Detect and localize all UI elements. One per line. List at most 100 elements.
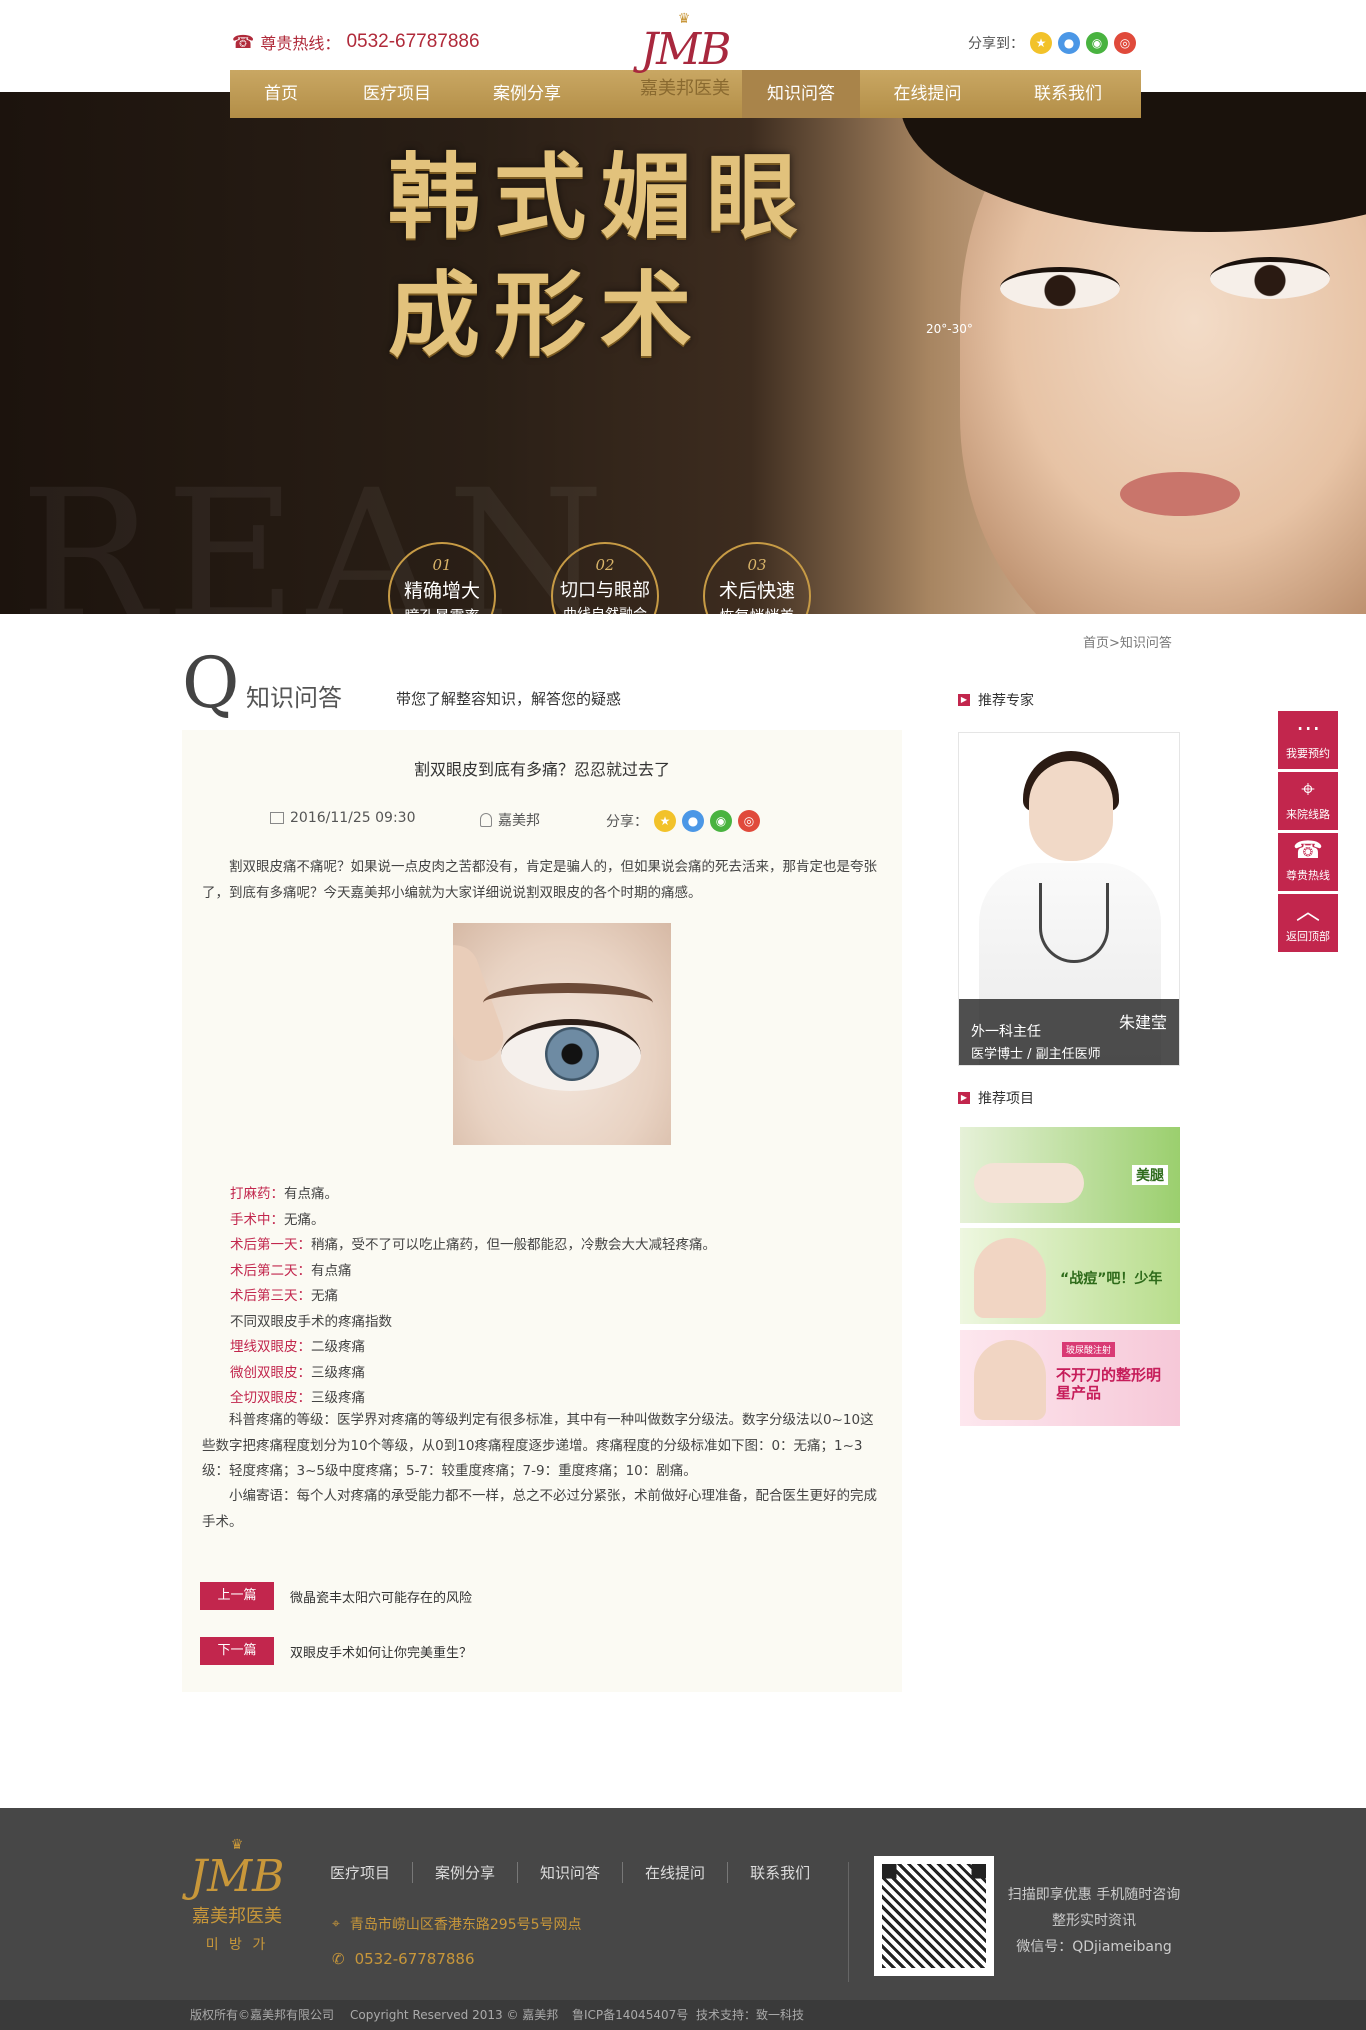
copyright-text-2: Copyright Reserved 2013 © 嘉美邦 [350, 2008, 559, 2022]
qq-icon[interactable]: ● [682, 810, 704, 832]
crown-icon: ♛ [230, 1837, 244, 1853]
article-card: 割双眼皮到底有多痛？忍忍就过去了 2016/11/25 09:30 嘉美邦 分享… [182, 730, 902, 1692]
angle-label: 20°-30° [926, 322, 973, 336]
footer-nav-qa[interactable]: 知识问答 [517, 1862, 622, 1883]
model-lips [1120, 472, 1240, 516]
wechat-icon[interactable]: ◉ [1086, 32, 1108, 54]
feature-badge-3: 03 术后快速 恢复悄悄美 [703, 542, 811, 614]
calendar-icon [270, 812, 284, 824]
promo-acne[interactable]: “战痘”吧！少年 [960, 1228, 1180, 1324]
weibo-icon[interactable]: ◎ [1114, 32, 1136, 54]
list-item: 术后第一天：稍痛，受不了可以吃止痛药，但一般都能忍，冷敷会大大减轻疼痛。 [230, 1237, 716, 1253]
article-author: 嘉美邦 [480, 810, 540, 830]
qr-code [874, 1856, 994, 1976]
copyright-text: 版权所有©嘉美邦有限公司 [190, 2008, 335, 2022]
list-item: 埋线双眼皮：二级疼痛 [230, 1339, 365, 1355]
footer-phone: ✆ 0532-67787886 [332, 1950, 475, 1968]
back-to-top-button[interactable]: ︿ 返回顶部 [1278, 894, 1338, 952]
phone-icon: ☎ [232, 31, 255, 53]
page: ☎ 尊贵热线： 0532-67787886 分享到： ★ ● ◉ ◎ ♛ JMB… [0, 0, 1366, 2030]
expert-info: 朱建莹 外一科主任 医学博士 / 副主任医师 [959, 999, 1179, 1065]
banner-title: 韩式媚眼 成形术 [388, 138, 812, 374]
site-logo[interactable]: ♛ JMB 嘉美邦医美 [615, 12, 755, 112]
next-article: 下一篇 双眼皮手术如何让你完美重生？ [200, 1637, 472, 1665]
list-item: 不同双眼皮手术的疼痛指数 [230, 1313, 392, 1330]
list-item: 微创双眼皮：三级疼痛 [230, 1364, 365, 1381]
share-label: 分享到： [968, 36, 1024, 52]
banner-bg-texture: REAN [20, 452, 615, 614]
project-heading: ▶ 推荐项目 [958, 1088, 1034, 1108]
footer-nav: 医疗项目 案例分享 知识问答 在线提问 联系我们 [330, 1862, 832, 1883]
banner-title-line1: 韩式媚眼 [388, 143, 813, 251]
hotline-button[interactable]: ☎ 尊贵热线 [1278, 833, 1338, 891]
expert-name: 朱建莹 [1118, 1013, 1167, 1032]
icp-text: 鲁ICP备14045407号 [572, 2008, 689, 2022]
phone-icon: ✆ [332, 1950, 345, 1968]
chat-icon: ⋯ [1296, 714, 1320, 742]
footer-divider [848, 1862, 849, 1982]
arrow-right-icon: ▶ [958, 1092, 970, 1104]
expert-card[interactable]: 朱建莹 外一科主任 医学博士 / 副主任医师 [958, 732, 1180, 1066]
nav-qa[interactable]: 知识问答 [742, 70, 860, 118]
article-note: 小编寄语：每个人对疼痛的承受能力都不一样，总之不必过分紧张，术前做好心理准备，配… [202, 1488, 877, 1530]
nav-home[interactable]: 首页 [230, 70, 332, 118]
article-date: 2016/11/25 09:30 [270, 810, 416, 826]
pain-list: 打麻药：有点痛。 手术中：无痛。 术后第一天：稍痛，受不了可以吃止痛药，但一般都… [230, 1182, 716, 1412]
prev-button[interactable]: 上一篇 [200, 1582, 274, 1610]
expert-dept: 外一科主任 [971, 1024, 1041, 1040]
weibo-icon[interactable]: ◎ [738, 810, 760, 832]
hotline-label: 尊贵热线： [260, 34, 341, 53]
footer-nav-cases[interactable]: 案例分享 [412, 1862, 517, 1883]
qr-caption: 扫描即享优惠 手机随时咨询 整形实时资讯 微信号：QDjiameibang [1007, 1887, 1181, 1955]
list-item: 打麻药：有点痛。 [230, 1186, 338, 1202]
nav-cases[interactable]: 案例分享 [462, 70, 592, 118]
qzone-icon[interactable]: ★ [654, 810, 676, 832]
booking-button[interactable]: ⋯ 我要预约 [1278, 711, 1338, 769]
hero-banner: REAN 20°-30° 韩式媚眼 成形术 01 精确增大 瞳孔暴露率 02 切… [0, 92, 1366, 614]
footer-nav-contact[interactable]: 联系我们 [727, 1862, 832, 1883]
floating-toolbar: ⋯ 我要预约 ⌖ 来院线路 ☎ 尊贵热线 ︿ 返回顶部 [1278, 711, 1338, 955]
wechat-icon[interactable]: ◉ [710, 810, 732, 832]
expert-title: 医学博士 / 副主任医师 [971, 1047, 1101, 1062]
logo-brand: 嘉美邦医美 [640, 78, 730, 99]
share-bar: 分享到： ★ ● ◉ ◎ [968, 32, 1136, 54]
copyright-bar: 版权所有©嘉美邦有限公司 Copyright Reserved 2013 © 嘉… [0, 2000, 1366, 2030]
article-body: 科普疼痛的等级：医学界对疼痛的等级判定有很多标准，其中有一种叫做数字分级法。数字… [202, 1412, 874, 1479]
list-item: 术后第三天：无痛 [230, 1288, 338, 1304]
model-eye [1000, 267, 1120, 309]
qzone-icon[interactable]: ★ [1030, 32, 1052, 54]
prev-link[interactable]: 微晶瓷丰太阳穴可能存在的风险 [290, 1587, 472, 1606]
next-button[interactable]: 下一篇 [200, 1637, 274, 1665]
banner-title-line2: 成形术 [388, 261, 707, 369]
section-title: 知识问答 [246, 684, 342, 712]
model-eye [1210, 257, 1330, 299]
hotline-number: 0532-67787886 [346, 31, 480, 52]
promo-legs[interactable]: 美腿 [960, 1127, 1180, 1223]
q-icon: Q [182, 642, 240, 724]
breadcrumb[interactable]: 首页>知识问答 [1083, 632, 1172, 651]
nav-contact[interactable]: 联系我们 [995, 70, 1141, 118]
list-item: 术后第二天：有点痛 [230, 1262, 352, 1279]
next-link[interactable]: 双眼皮手术如何让你完美重生？ [290, 1642, 472, 1661]
nav-medical[interactable]: 医疗项目 [332, 70, 462, 118]
nav-ask[interactable]: 在线提问 [860, 70, 995, 118]
article-share: 分享： ★ ● ◉ ◎ [606, 810, 760, 832]
support-text: 技术支持：致一科技 [696, 2008, 805, 2022]
list-item: 手术中：无痛。 [230, 1211, 325, 1228]
qq-icon[interactable]: ● [1058, 32, 1080, 54]
article-eye-image [453, 923, 671, 1145]
expert-heading: ▶ 推荐专家 [958, 690, 1034, 710]
route-button[interactable]: ⌖ 来院线路 [1278, 772, 1338, 830]
footer-logo: ♛ JMB 嘉美邦医美 미 방 가 [182, 1838, 292, 1954]
promo-filler[interactable]: 玻尿酸注射 不开刀的整形明星产品 [960, 1330, 1180, 1426]
footer-nav-ask[interactable]: 在线提问 [622, 1862, 727, 1883]
location-icon: ⌖ [1301, 775, 1315, 803]
footer-address: ⌖ 青岛市崂山区香港东路295号5号网点 [332, 1916, 582, 1933]
article-intro: 割双眼皮痛不痛呢？如果说一点皮肉之苦都没有，肯定是骗人的，但如果说会痛的死去活来… [202, 859, 877, 901]
section-subtitle: 带您了解整容知识，解答您的疑惑 [396, 690, 622, 708]
logo-letters: JMB [640, 24, 731, 75]
arrow-right-icon: ▶ [958, 694, 970, 706]
article-title: 割双眼皮到底有多痛？忍忍就过去了 [413, 760, 670, 779]
footer-nav-medical[interactable]: 医疗项目 [330, 1862, 412, 1883]
expert-photo [1029, 761, 1113, 861]
